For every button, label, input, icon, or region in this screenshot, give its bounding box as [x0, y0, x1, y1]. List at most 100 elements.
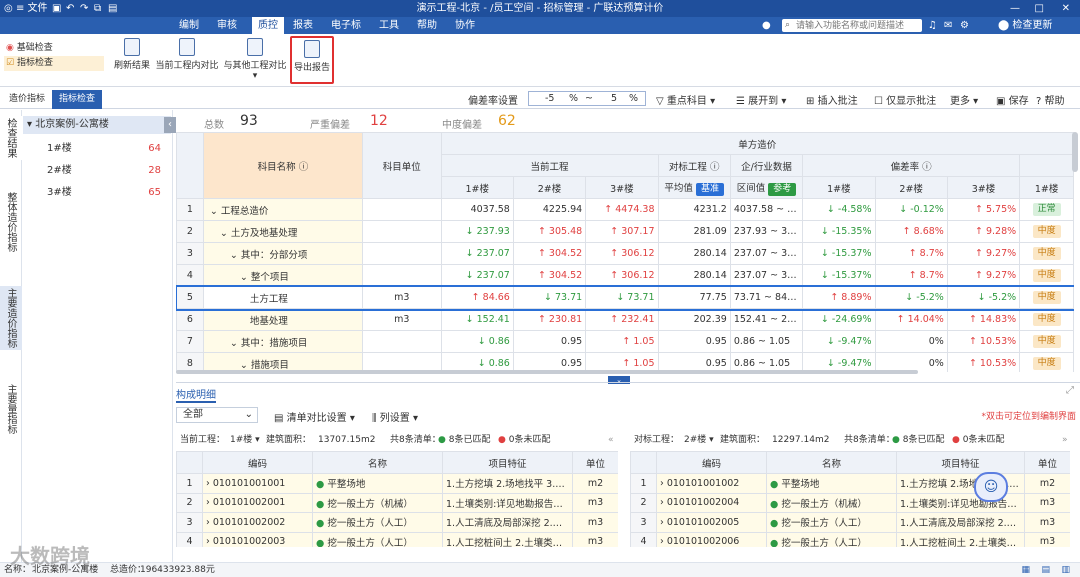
deviation-value[interactable]: ↓ -5.2% [946, 286, 1021, 309]
range-value[interactable]: 4037.58 ~ 44... [729, 198, 804, 221]
current-value[interactable]: ↑ 307.17 [585, 220, 659, 243]
current-value[interactable]: ↑ 1.05 [585, 330, 659, 353]
item-name[interactable]: ● 平整场地 [766, 473, 897, 494]
undo-icon[interactable]: ↶ [66, 0, 74, 17]
basic-check-item[interactable]: ◉ 基础检查 [6, 40, 53, 53]
expand-to-dropdown[interactable]: ☰ 展开到 ▾ [736, 92, 786, 107]
horizontal-scrollbar[interactable] [176, 370, 918, 374]
collapse-panel-icon[interactable]: ‹ [164, 117, 176, 133]
deviation-value[interactable]: ↑ 9.27% [946, 242, 1021, 265]
tab-cost-index[interactable]: 造价指标 [4, 90, 50, 108]
average-value[interactable]: 281.09 [657, 220, 731, 243]
ref-building-dropdown[interactable]: 2#楼 ▾ [684, 431, 714, 449]
item-code[interactable]: › 010101002003 [202, 531, 313, 547]
row-number[interactable]: 3 [630, 512, 657, 533]
row-number[interactable]: 6 [176, 308, 204, 331]
deviation-value[interactable]: ↓ -0.12% [874, 198, 948, 221]
item-code[interactable]: › 010101002004 [656, 492, 767, 513]
item-unit[interactable]: m3 [572, 512, 618, 533]
assistant-robot-icon[interactable]: ☺ [974, 472, 1008, 502]
subject-name[interactable]: ⌄ 其中：措施项目 [202, 330, 364, 353]
tree-root[interactable]: ▾ 北京案例-公寓楼 [23, 116, 171, 134]
subject-unit[interactable]: m3 [362, 286, 442, 309]
item-code[interactable]: › 010101001001 [202, 473, 313, 494]
current-value[interactable]: ↓ 237.07 [440, 242, 514, 265]
header-subject-unit[interactable]: 科目单位 [362, 132, 442, 199]
tab-index-check[interactable]: 指标检查 [52, 90, 102, 109]
current-value[interactable]: 4037.58 [440, 198, 514, 221]
average-value[interactable]: 0.95 [657, 330, 731, 353]
deviation-value[interactable]: ↓ -9.47% [802, 330, 876, 353]
table-row[interactable]: 2 ⌄ 土方及地基处理 ↓ 237.93 ↑ 305.48 ↑ 307.17 281.09… [176, 220, 1074, 243]
range-value[interactable]: 0.86 ~ 1.05 [729, 330, 804, 353]
item-unit[interactable]: m3 [572, 492, 618, 513]
item-feature[interactable]: 1.人工清底及局部深挖 2.土壤类别... [442, 512, 573, 533]
current-value[interactable]: ↓ 152.41 [440, 308, 514, 331]
item-feature[interactable]: 1.人工清底及局部深挖 2.土壤类别... [896, 512, 1025, 533]
deviation-value[interactable]: ↑ 5.75% [946, 198, 1021, 221]
item-feature[interactable]: 1.人工挖桩间土 2.土壤类别:详见... [896, 531, 1025, 547]
range-value[interactable]: 237.07 ~ 306... [729, 264, 804, 287]
deviation-value[interactable]: ↑ 10.53% [946, 330, 1021, 353]
maximize-icon[interactable]: □ [1035, 0, 1044, 17]
item-name[interactable]: ● 挖一般土方（人工） [312, 531, 443, 547]
help-button[interactable]: ? 帮助 [1036, 92, 1065, 107]
item-feature[interactable]: 1.土方挖填 2.场地找平 3.运输 4.... [442, 473, 573, 494]
deviation-value[interactable]: ↑ 14.83% [946, 308, 1021, 331]
subject-name[interactable]: ⌄ 工程总造价 [202, 198, 364, 221]
menu-review[interactable]: 审核 [214, 17, 240, 34]
deviation-low[interactable]: -5 [545, 92, 554, 105]
item-feature[interactable]: 1.土壤类别:详见地勘报告或现勘现... [442, 492, 573, 513]
subject-unit[interactable] [362, 220, 442, 243]
average-value[interactable]: 202.39 [657, 308, 731, 331]
notification-icon[interactable]: ♫ [928, 17, 937, 34]
subject-unit[interactable] [362, 330, 442, 353]
item-name[interactable]: ● 挖一般土方（人工） [766, 531, 897, 547]
list-item[interactable]: 2 › 010101002001 ● 挖一般土方（机械） 1.土壤类别:详见地勘报告或… [176, 492, 618, 513]
side-main-quantity-index[interactable]: 主要量指标 [0, 382, 22, 436]
row-number[interactable]: 7 [176, 330, 204, 353]
menu-collab[interactable]: 协作 [452, 17, 478, 34]
item-name[interactable]: ● 挖一般土方（人工） [766, 512, 897, 533]
current-value[interactable]: ↑ 306.12 [585, 242, 659, 265]
redo-icon[interactable]: ↷ [80, 0, 88, 17]
row-number[interactable]: 2 [630, 492, 657, 513]
deviation-value[interactable]: ↓ -15.35% [802, 220, 876, 243]
row-number[interactable]: 3 [176, 242, 204, 265]
table-row[interactable]: 3 ⌄ 其中：分部分项 ↓ 237.07 ↑ 304.52 ↑ 306.12 280.14… [176, 242, 1074, 265]
item-unit[interactable]: m2 [572, 473, 618, 494]
item-unit[interactable]: m3 [1024, 492, 1070, 513]
subject-name[interactable]: ⌄ 其中：分部分项 [202, 242, 364, 265]
item-unit[interactable]: m2 [1024, 473, 1070, 494]
item-code[interactable]: › 010101001002 [656, 473, 767, 494]
focus-subject-filter[interactable]: ▽ 重点科目 ▾ [656, 92, 715, 107]
deviation-value[interactable]: ↑ 8.7% [874, 264, 948, 287]
menu-tools[interactable]: 工具 [376, 17, 402, 34]
average-value[interactable]: 280.14 [657, 242, 731, 265]
check-update-button[interactable]: ⬤ 检查更新 [998, 17, 1052, 34]
row-number[interactable]: 4 [630, 531, 657, 547]
average-value[interactable]: 4231.2 [657, 198, 731, 221]
row-number[interactable]: 4 [176, 264, 204, 287]
file-menu[interactable]: ≡ 文件 [16, 0, 48, 17]
current-value[interactable]: ↓ 237.93 [440, 220, 514, 243]
row-number[interactable]: 5 [176, 286, 204, 309]
deviation-range-input[interactable]: -5 % ~ 5 % [528, 91, 646, 106]
function-search-input[interactable] [796, 19, 920, 32]
list-item[interactable]: 3 › 010101002002 ● 挖一般土方（人工） 1.人工清底及局部深挖 2.… [176, 512, 618, 533]
deviation-value[interactable]: ↓ -15.37% [802, 264, 876, 287]
item-unit[interactable]: m3 [1024, 512, 1070, 533]
deviation-value[interactable]: ↑ 8.7% [874, 242, 948, 265]
current-value[interactable]: ↑ 305.48 [512, 220, 587, 243]
subject-unit[interactable]: m3 [362, 308, 442, 331]
menu-report[interactable]: 报表 [290, 17, 316, 34]
current-value[interactable]: ↓ 237.07 [440, 264, 514, 287]
row-number[interactable]: 1 [176, 198, 204, 221]
row-number[interactable]: 2 [176, 220, 204, 243]
current-value[interactable]: ↓ 73.71 [585, 286, 659, 309]
tab-composition-detail[interactable]: 构成明细 [176, 386, 216, 403]
only-comments-checkbox[interactable]: ☐ 仅显示批注 [874, 92, 936, 107]
current-value[interactable]: ↑ 230.81 [512, 308, 587, 331]
list-item[interactable]: 4 › 010101002006 ● 挖一般土方（人工） 1.人工挖桩间土 2.土壤类… [630, 531, 1070, 547]
range-value[interactable]: 73.71 ~ 84.66 [729, 286, 804, 309]
